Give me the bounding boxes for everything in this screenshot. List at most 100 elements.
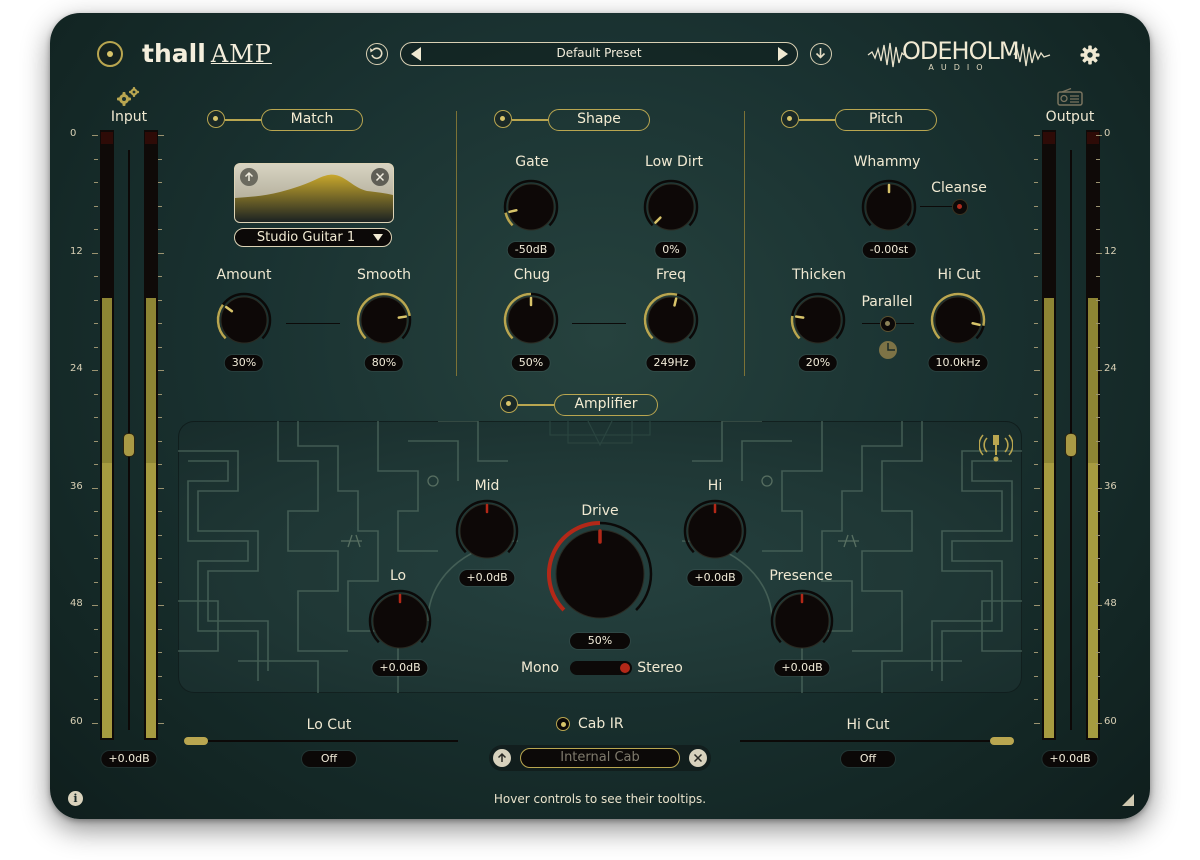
meter-scale-tick (158, 675, 162, 677)
cleanse-link-line (920, 206, 956, 207)
undo-button[interactable] (366, 43, 388, 65)
meter-scale-tick (158, 370, 164, 372)
meter-scale-tick (158, 276, 162, 278)
meter-scale-tick (1096, 135, 1102, 136)
resize-handle-icon[interactable] (1122, 794, 1134, 806)
lo-cut-slider-handle[interactable] (184, 737, 208, 745)
mid-knob[interactable] (452, 496, 522, 566)
meter-scale-tick (1096, 440, 1100, 442)
presence-knob[interactable] (767, 586, 837, 656)
low-dirt-knob[interactable] (640, 176, 702, 238)
output-scale: 0 12 24 36 48 60 (1034, 128, 1126, 745)
cleanse-toggle[interactable] (952, 199, 968, 215)
input-scale: 0 12 24 36 48 60 (70, 128, 166, 745)
meter-scale-label: 24 (70, 363, 83, 375)
freq-knob[interactable] (640, 289, 702, 351)
meter-scale-tick (158, 628, 162, 630)
meter-scale-tick (158, 487, 164, 489)
hi-cut-slider-track[interactable] (740, 740, 1012, 742)
meter-scale-tick (1034, 252, 1040, 254)
pitch-hi-cut-value: 10.0kHz (928, 355, 988, 371)
preset-selector[interactable]: Default Preset (400, 42, 798, 66)
meter-scale-tick (1034, 346, 1038, 348)
lo-knob[interactable] (365, 586, 435, 656)
cab-clear-button[interactable] (689, 749, 707, 767)
gate-label: Gate (515, 154, 549, 170)
match-profile-dropdown[interactable]: Studio Guitar 1 (234, 228, 392, 247)
thicken-label: Thicken (791, 267, 847, 283)
meter-scale-tick (158, 158, 162, 160)
meter-scale-tick (1034, 534, 1038, 536)
input-settings-icon[interactable] (116, 85, 142, 107)
shape-section-title: Shape (548, 109, 650, 131)
download-icon (815, 48, 826, 59)
freq-value: 249Hz (646, 355, 696, 371)
meter-scale-tick (1096, 252, 1102, 254)
meter-scale-tick (158, 417, 162, 419)
meter-scale-tick (1096, 511, 1100, 513)
meter-scale-tick (158, 252, 164, 254)
meter-scale-tick (1096, 652, 1100, 654)
whammy-knob[interactable] (858, 176, 920, 238)
meter-scale-tick (1096, 699, 1100, 701)
amount-knob[interactable] (213, 289, 275, 351)
meter-scale-label: 12 (70, 245, 83, 257)
tuner-button[interactable] (978, 433, 1014, 463)
smooth-knob[interactable] (353, 289, 415, 351)
meter-scale-tick (94, 393, 98, 395)
cleanse-label: Cleanse (931, 180, 987, 196)
match-power-button[interactable] (207, 110, 225, 128)
power-button[interactable] (97, 41, 123, 67)
meter-scale-tick (158, 464, 162, 466)
company-sub: AUDIO (928, 63, 990, 72)
hi-cut-slider-handle[interactable] (990, 737, 1014, 745)
brand-amp: AMP (210, 40, 272, 68)
meter-scale-tick (1034, 652, 1038, 654)
meter-scale-tick (92, 723, 98, 724)
stereo-toggle[interactable] (570, 661, 632, 675)
lo-cut-slider-track[interactable] (184, 740, 458, 742)
next-preset-icon[interactable] (778, 47, 788, 61)
close-icon (693, 753, 703, 763)
parallel-toggle[interactable] (880, 316, 896, 332)
thicken-value: 20% (798, 355, 838, 371)
gate-knob[interactable] (500, 176, 562, 238)
match-load-button[interactable] (240, 168, 258, 186)
meter-scale-label: 60 (1104, 716, 1117, 727)
meter-scale-tick (94, 323, 98, 325)
cab-name-field[interactable]: Internal Cab (520, 748, 680, 768)
input-gain-value[interactable]: +0.0dB (101, 751, 157, 767)
pitch-power-button[interactable] (781, 110, 799, 128)
chug-knob[interactable] (500, 289, 562, 351)
meter-scale-tick (1034, 723, 1040, 724)
chug-value: 50% (511, 355, 551, 371)
meter-scale-tick (158, 511, 162, 513)
meter-scale-tick (1096, 534, 1100, 536)
thicken-knob[interactable] (787, 289, 849, 351)
whammy-label: Whammy (853, 154, 921, 170)
hi-knob[interactable] (680, 496, 750, 566)
meter-scale-tick (1096, 464, 1100, 466)
amplifier-power-button[interactable] (500, 395, 518, 413)
parallel-mix-icon[interactable] (879, 341, 897, 359)
meter-scale-tick (94, 628, 98, 630)
save-preset-button[interactable] (810, 43, 832, 65)
pitch-hi-cut-knob[interactable] (927, 289, 989, 351)
drive-value: 50% (570, 633, 630, 649)
pitch-hi-cut-label: Hi Cut (937, 267, 981, 283)
meter-scale-tick (94, 464, 98, 466)
settings-button[interactable] (1079, 44, 1101, 66)
meter-scale-tick (1034, 276, 1038, 278)
mono-label: Mono (520, 660, 560, 676)
meter-scale-tick (1034, 205, 1038, 207)
meter-scale-tick (158, 346, 162, 348)
cab-load-button[interactable] (493, 749, 511, 767)
meter-scale-tick (1096, 487, 1102, 489)
brand-main: thall (142, 39, 206, 68)
meter-scale-tick (158, 440, 162, 442)
match-clear-button[interactable] (371, 168, 389, 186)
cab-ir-toggle[interactable] (556, 717, 570, 731)
drive-knob[interactable] (544, 518, 656, 630)
output-gain-value[interactable]: +0.0dB (1042, 751, 1098, 767)
shape-power-button[interactable] (494, 110, 512, 128)
